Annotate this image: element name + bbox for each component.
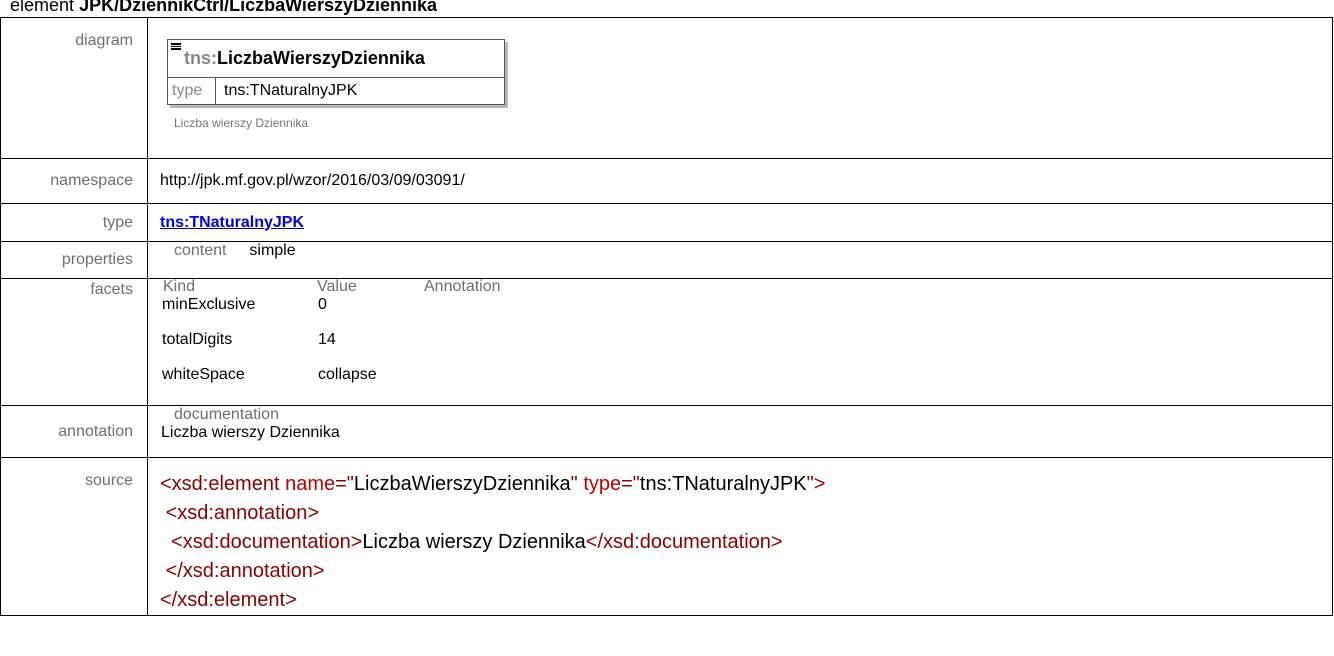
- source-line: <xsd:element name="LiczbaWierszyDziennik…: [160, 473, 826, 495]
- diagram-type-label: type: [168, 78, 216, 104]
- label-facets: facets: [0, 278, 148, 406]
- source-line: </xsd:element>: [160, 589, 297, 611]
- element-doc-table: diagram tns:LiczbaWierszyDziennika type …: [0, 17, 1333, 616]
- label-annotation: annotation: [0, 405, 148, 458]
- page-heading: element JPK/DziennikCtrl/LiczbaWierszyDz…: [10, 0, 437, 16]
- row-type: type tns:TNaturalnyJPK: [0, 203, 1333, 242]
- type-link[interactable]: tns:TNaturalnyJPK: [160, 214, 304, 231]
- facets-cell: Kind Value Annotation minExclusive 0 tot…: [147, 278, 1333, 406]
- heading-path: JPK/DziennikCtrl/LiczbaWierszyDziennika: [79, 0, 437, 15]
- label-diagram: diagram: [0, 17, 148, 159]
- heading-prefix: element: [10, 0, 75, 15]
- properties-value: simple: [249, 242, 296, 259]
- source-line: <xsd:documentation>Liczba wierszy Dzienn…: [171, 531, 783, 553]
- label-type: type: [0, 203, 148, 242]
- namespace-value: http://jpk.mf.gov.pl/wzor/2016/03/09/030…: [147, 158, 1333, 204]
- diagram-cell: tns:LiczbaWierszyDziennika type tns:TNat…: [147, 17, 1333, 159]
- element-title: tns:LiczbaWierszyDziennika: [184, 48, 425, 68]
- source-code: <xsd:element name="LiczbaWierszyDziennik…: [147, 457, 1333, 616]
- row-annotation: annotation documentation Liczba wierszy …: [0, 405, 1333, 458]
- facet-row: minExclusive 0: [162, 296, 327, 313]
- annotation-key: documentation: [174, 406, 279, 423]
- label-source: source: [0, 457, 148, 616]
- row-properties: properties content simple: [0, 241, 1333, 279]
- diagram-note: Liczba wierszy Dziennika: [174, 116, 309, 130]
- facets-header-value: Value: [317, 278, 357, 295]
- element-icon: [171, 43, 181, 50]
- label-namespace: namespace: [0, 158, 148, 204]
- row-namespace: namespace http://jpk.mf.gov.pl/wzor/2016…: [0, 158, 1333, 204]
- row-source: source <xsd:element name="LiczbaWierszyD…: [0, 457, 1333, 616]
- row-diagram: diagram tns:LiczbaWierszyDziennika type …: [0, 17, 1333, 159]
- element-diagram-box[interactable]: tns:LiczbaWierszyDziennika type tns:TNat…: [167, 39, 505, 105]
- label-properties: properties: [0, 241, 148, 279]
- annotation-value: Liczba wierszy Dziennika: [161, 424, 340, 441]
- facet-row: totalDigits 14: [162, 331, 336, 348]
- properties-key: content: [174, 242, 227, 259]
- row-facets: facets Kind Value Annotation minExclusiv…: [0, 278, 1333, 406]
- facet-row: whiteSpace collapse: [162, 366, 377, 383]
- facets-header-kind: Kind: [163, 278, 196, 295]
- facets-header-annotation: Annotation: [424, 278, 501, 295]
- source-line: <xsd:annotation>: [165, 502, 320, 524]
- diagram-type-value: tns:TNaturalnyJPK: [224, 82, 358, 99]
- source-line: </xsd:annotation>: [165, 560, 325, 582]
